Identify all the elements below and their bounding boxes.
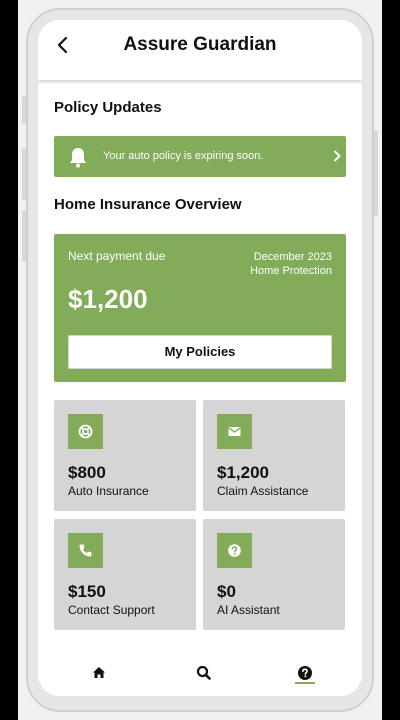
policy-type: Home Protection — [250, 265, 332, 277]
contact-support-tile[interactable]: $150 Contact Support — [54, 519, 196, 630]
search-icon — [196, 665, 211, 680]
help-icon — [298, 666, 312, 680]
tile-label: Auto Insurance — [68, 484, 149, 498]
app-screen: Assure Guardian Policy Updates Your auto… — [38, 20, 362, 696]
app-title: Assure Guardian — [123, 34, 277, 55]
bottom-nav — [38, 646, 362, 696]
policy-expiry-notice[interactable]: Your auto policy is expiring soon. — [54, 136, 346, 177]
payment-amount: $1,200 — [68, 284, 148, 314]
tile-value: $0 — [217, 582, 236, 601]
tile-icon-box — [217, 533, 252, 568]
tile-label: Claim Assistance — [217, 484, 309, 498]
tile-label: AI Assistant — [217, 603, 280, 617]
tile-icon-box — [68, 533, 103, 568]
claim-assistance-tile[interactable]: $1,200 Claim Assistance — [203, 400, 345, 511]
home-insurance-card: Next payment due December 2023 Home Prot… — [54, 234, 346, 382]
notice-text: Your auto policy is expiring soon. — [103, 150, 264, 162]
my-policies-button[interactable]: My Policies — [68, 335, 332, 369]
nav-search[interactable] — [193, 662, 215, 684]
home-icon — [93, 667, 105, 678]
active-tab-indicator — [295, 682, 315, 684]
envelope-icon — [228, 427, 241, 436]
chevron-right-icon — [334, 150, 341, 162]
app-header: Assure Guardian — [38, 20, 362, 80]
phone-icon — [79, 544, 92, 557]
ai-assistant-tile[interactable]: $0 AI Assistant — [203, 519, 345, 630]
tile-value: $1,200 — [217, 463, 269, 482]
home-overview-heading: Home Insurance Overview — [54, 196, 242, 213]
policy-updates-heading: Policy Updates — [54, 99, 162, 116]
auto-insurance-tile[interactable]: $800 Auto Insurance — [54, 400, 196, 511]
device-side-button — [374, 130, 378, 216]
payment-date: December 2023 — [253, 251, 332, 263]
tile-label: Contact Support — [68, 603, 155, 617]
tile-value: $150 — [68, 582, 106, 601]
nav-help[interactable] — [294, 662, 316, 684]
tile-icon-box — [217, 414, 252, 449]
next-payment-label: Next payment due — [68, 249, 166, 263]
tile-value: $800 — [68, 463, 106, 482]
nav-home[interactable] — [88, 662, 110, 684]
lifebuoy-icon — [78, 424, 93, 439]
bell-icon — [70, 148, 86, 168]
tile-icon-box — [68, 414, 103, 449]
question-icon — [228, 544, 241, 557]
